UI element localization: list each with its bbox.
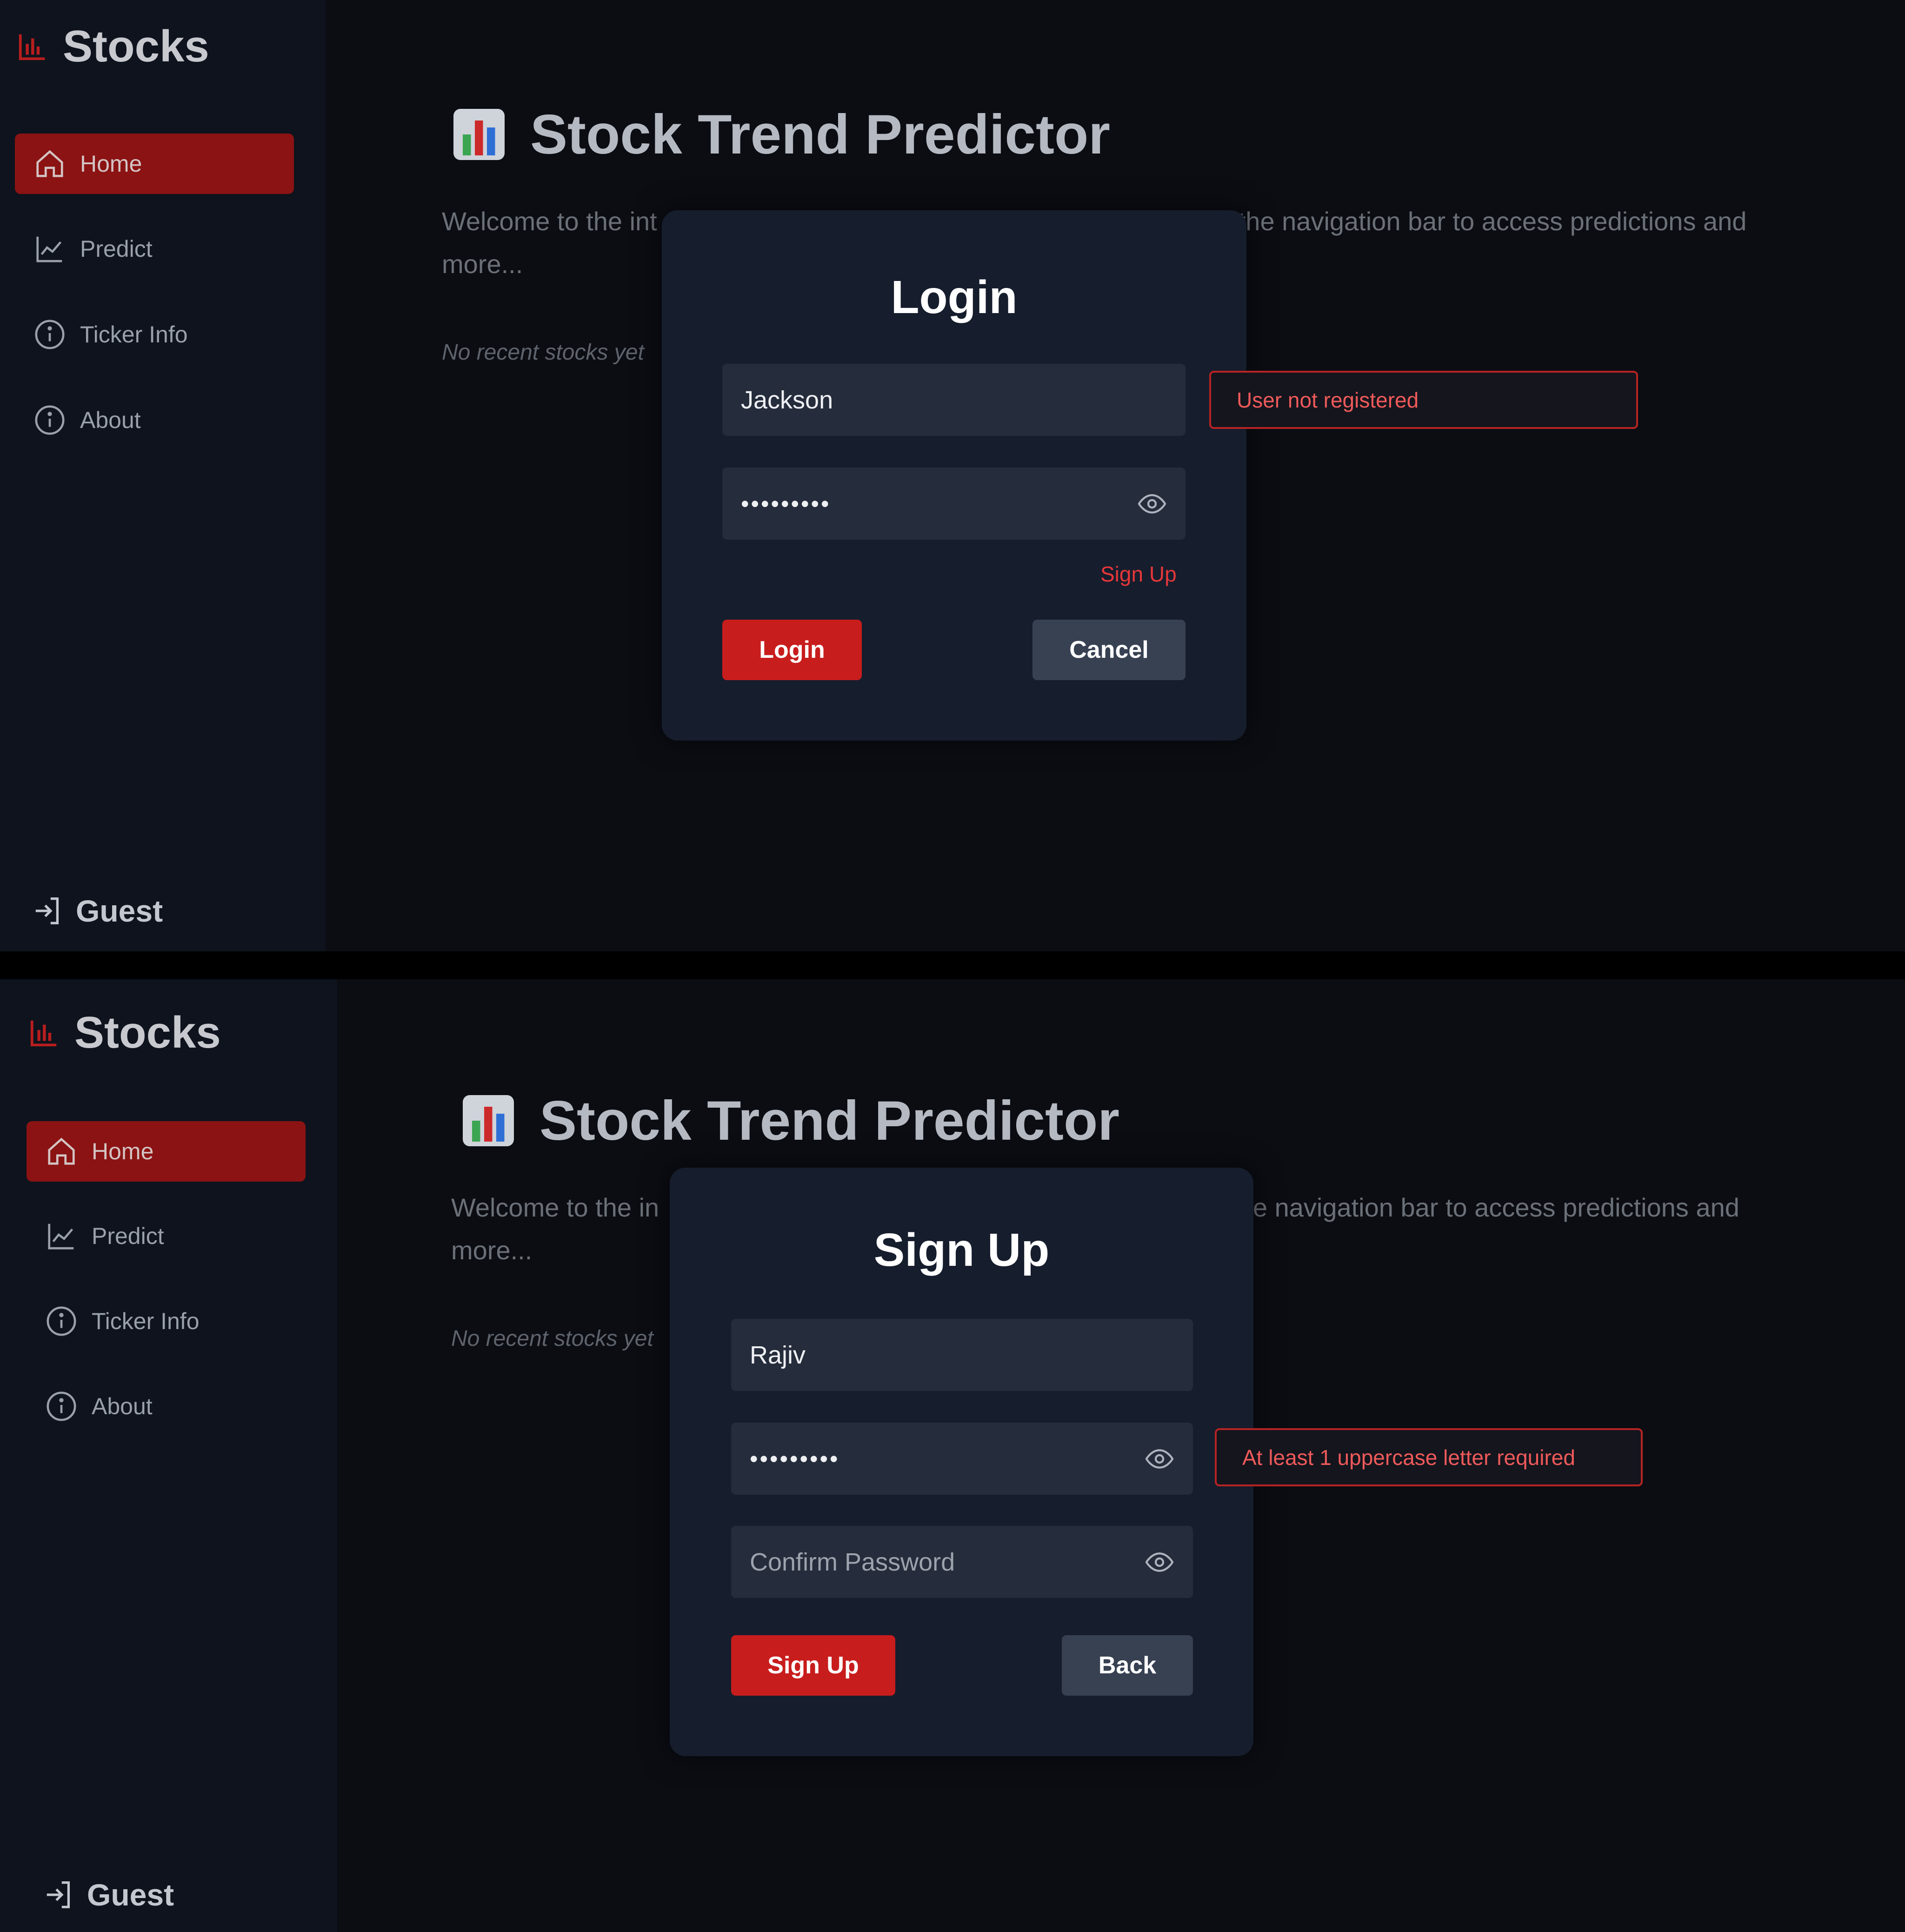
home-icon — [48, 1137, 75, 1165]
sidebar-item-label: Predict — [92, 1223, 164, 1249]
sidebar-item-label: Home — [80, 151, 142, 177]
confirm-password-input[interactable]: Confirm Password — [731, 1526, 1193, 1598]
cancel-button[interactable]: Cancel — [1032, 620, 1186, 680]
welcome-text-end: the navigation bar to access predictions… — [1238, 207, 1747, 236]
signup-modal: Sign Up Rajiv ••••••••• Confirm Password… — [670, 1168, 1253, 1756]
bar-chart-emoji-icon — [463, 1095, 514, 1146]
sidebar-item-predict[interactable]: Predict — [27, 1206, 306, 1266]
username-value: Jackson — [741, 386, 833, 414]
confirm-password-placeholder: Confirm Password — [750, 1548, 955, 1576]
bar-chart-emoji-icon — [453, 109, 505, 160]
error-toast: User not registered — [1209, 371, 1638, 429]
sidebar-item-label: Predict — [80, 236, 153, 262]
brand[interactable]: Stocks — [28, 1007, 221, 1058]
info-circle-icon — [47, 1306, 76, 1336]
login-button[interactable]: Login — [722, 620, 862, 680]
welcome-text-start: Welcome to the int — [442, 207, 657, 236]
eye-icon[interactable] — [1145, 1444, 1174, 1474]
recent-stocks-empty: No recent stocks yet — [451, 1326, 653, 1351]
login-arrow-icon — [47, 1881, 70, 1908]
recent-stocks-empty: No recent stocks yet — [442, 340, 644, 365]
info-circle-icon — [35, 320, 65, 349]
page-title-text: Stock Trend Predictor — [530, 103, 1110, 166]
eye-icon[interactable] — [1137, 489, 1167, 519]
password-value: ••••••••• — [750, 1445, 840, 1472]
page-title: Stock Trend Predictor — [451, 102, 1110, 167]
guest-login-link[interactable]: Guest — [32, 893, 163, 929]
home-icon — [36, 150, 63, 177]
modal-title: Login — [891, 271, 1018, 323]
sidebar-item-about[interactable]: About — [15, 390, 294, 450]
page-title: Stock Trend Predictor — [460, 1089, 1119, 1153]
line-chart-icon — [36, 236, 62, 262]
password-input[interactable]: ••••••••• — [731, 1423, 1193, 1495]
sidebar-item-ticker-info[interactable]: Ticker Info — [15, 304, 294, 365]
login-screen: Stocks Home Predict Ticker Info About Gu… — [0, 0, 1905, 951]
page-title-text: Stock Trend Predictor — [540, 1090, 1119, 1152]
welcome-text-more: more... — [451, 1236, 533, 1265]
brand-title: Stocks — [63, 21, 209, 71]
welcome-text-end: the navigation bar to access predictions… — [1231, 1193, 1739, 1222]
error-toast: At least 1 uppercase letter required — [1215, 1428, 1643, 1486]
sidebar-item-label: Ticker Info — [92, 1308, 200, 1334]
brand-title: Stocks — [74, 1008, 221, 1057]
sidebar: Stocks Home Predict Ticker Info About Gu… — [0, 0, 326, 951]
sidebar: Stocks Home Predict Ticker Info About Gu… — [0, 979, 337, 1932]
info-circle-icon — [35, 405, 65, 435]
sidebar-item-label: About — [80, 407, 141, 433]
bar-chart-icon — [30, 1020, 57, 1047]
signup-screen: Stocks Home Predict Ticker Info About Gu… — [0, 979, 1905, 1932]
signup-link[interactable]: Sign Up — [1100, 562, 1177, 587]
password-value: ••••••••• — [741, 490, 831, 517]
username-input[interactable]: Jackson — [722, 364, 1186, 436]
guest-label: Guest — [87, 1878, 174, 1912]
login-arrow-icon — [35, 897, 59, 924]
sidebar-item-label: About — [92, 1393, 153, 1419]
signup-button[interactable]: Sign Up — [731, 1635, 895, 1696]
username-input[interactable]: Rajiv — [731, 1319, 1193, 1391]
sidebar-item-ticker-info[interactable]: Ticker Info — [27, 1291, 306, 1351]
guest-label: Guest — [76, 894, 163, 928]
welcome-text-start: Welcome to the in — [451, 1193, 659, 1222]
password-input[interactable]: ••••••••• — [722, 468, 1186, 540]
eye-icon[interactable] — [1145, 1547, 1174, 1577]
line-chart-icon — [48, 1223, 74, 1250]
sidebar-item-about[interactable]: About — [27, 1376, 306, 1437]
sidebar-item-label: Ticker Info — [80, 321, 188, 348]
back-button[interactable]: Back — [1062, 1635, 1193, 1696]
bar-chart-icon — [19, 34, 45, 60]
info-circle-icon — [47, 1391, 76, 1421]
login-modal: Login Jackson ••••••••• Sign Up Login Ca… — [662, 210, 1246, 741]
brand[interactable]: Stocks — [16, 21, 209, 72]
sidebar-item-home[interactable]: Home — [15, 134, 294, 194]
welcome-text-more: more... — [442, 249, 523, 279]
sidebar-item-predict[interactable]: Predict — [15, 219, 294, 279]
modal-title: Sign Up — [873, 1224, 1050, 1276]
username-value: Rajiv — [750, 1341, 806, 1369]
guest-login-link[interactable]: Guest — [43, 1877, 174, 1912]
sidebar-item-label: Home — [92, 1138, 154, 1164]
sidebar-item-home[interactable]: Home — [27, 1121, 306, 1182]
